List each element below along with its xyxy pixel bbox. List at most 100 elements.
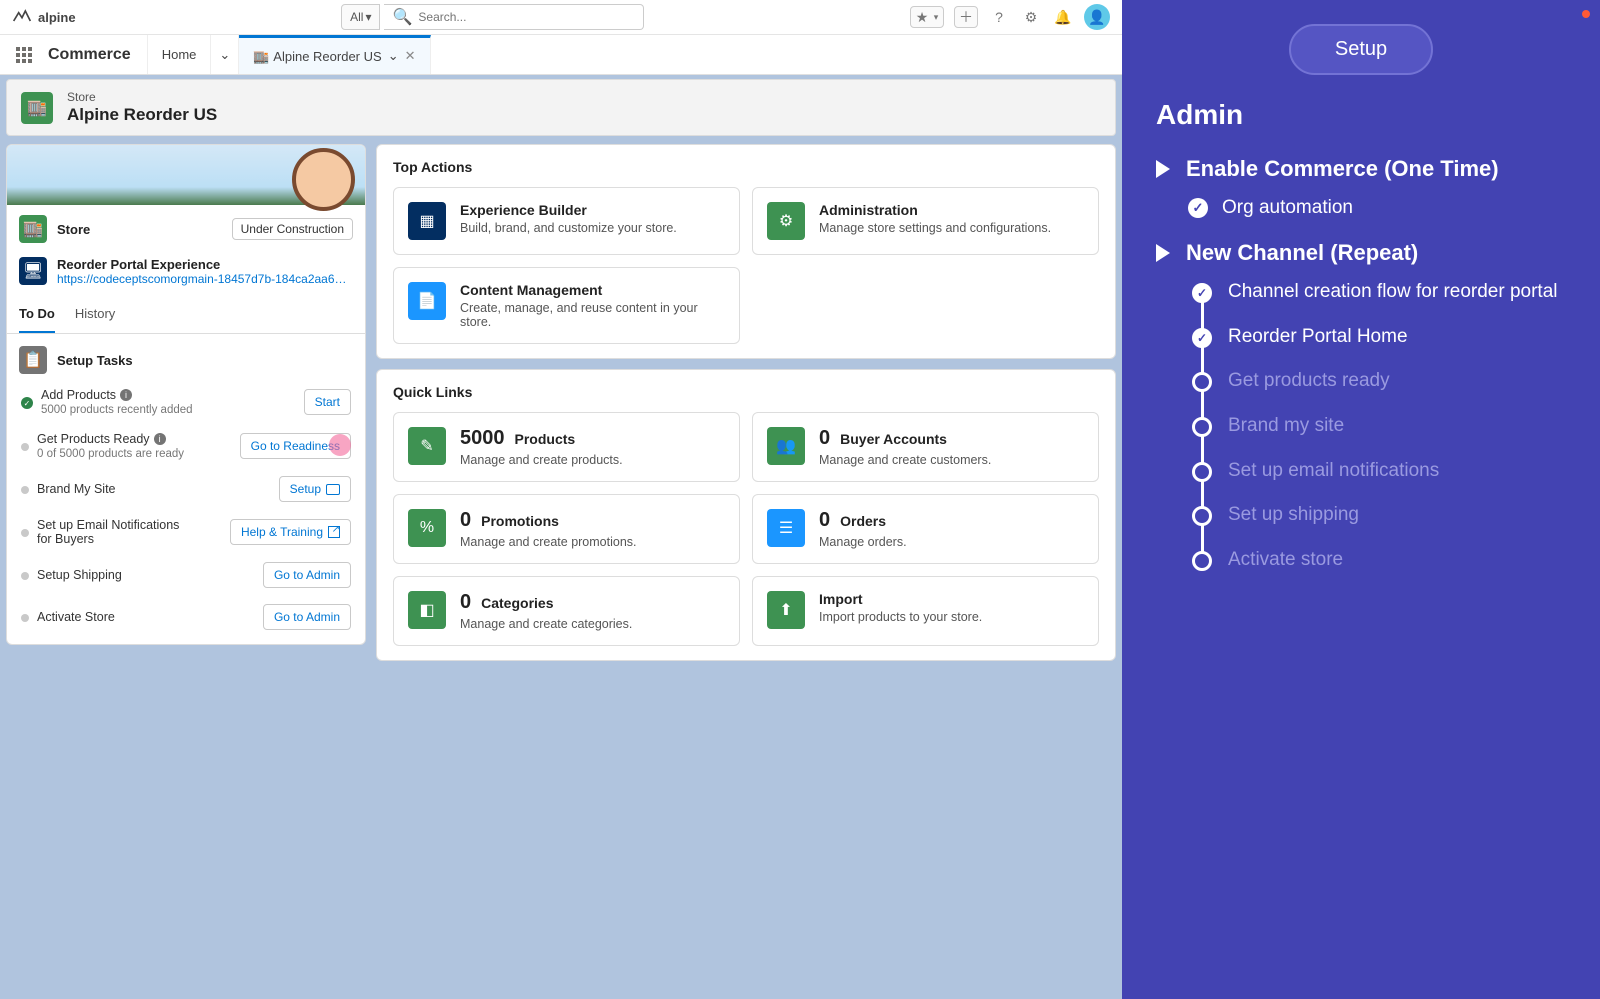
status-dot — [21, 443, 29, 451]
step-node — [1192, 372, 1212, 392]
tasks-icon: 📋 — [19, 346, 47, 374]
status-dot — [21, 486, 29, 494]
step-shipping[interactable]: Set up shipping — [1192, 503, 1566, 528]
quicklink-orders[interactable]: ☰ 0OrdersManage orders. — [752, 494, 1099, 564]
promotions-icon: % — [408, 509, 446, 547]
hero-illustration — [7, 145, 365, 205]
quicklink-categories[interactable]: ◧ 0CategoriesManage and create categorie… — [393, 576, 740, 646]
task-start-button[interactable]: Start — [304, 389, 351, 415]
store-icon: 🏬 — [19, 215, 47, 243]
task-activate-store: Activate Store Go to Admin — [7, 596, 365, 644]
portal-url-link[interactable]: https://codeceptscomorgmain-18457d7b-184… — [57, 272, 347, 286]
info-icon[interactable]: i — [120, 389, 132, 401]
quicklink-import[interactable]: ⬆ ImportImport products to your store. — [752, 576, 1099, 646]
cursor-highlight — [329, 434, 351, 456]
task-email-notifications: Set up Email Notifications for Buyers He… — [7, 510, 365, 554]
search-box[interactable]: 🔍 — [384, 4, 644, 30]
notifications-icon[interactable]: 🔔 — [1052, 6, 1074, 28]
search-scope-dropdown[interactable]: All▾ — [341, 4, 380, 30]
top-actions-panel: Top Actions ▦ Experience BuilderBuild, b… — [376, 144, 1116, 359]
tab-history[interactable]: History — [75, 296, 115, 333]
sidebar-section-enable-commerce[interactable]: Enable Commerce (One Time) — [1156, 155, 1566, 183]
card-content-management[interactable]: 📄 Content ManagementCreate, manage, and … — [393, 267, 740, 344]
help-icon[interactable]: ? — [988, 6, 1010, 28]
setup-gear-icon[interactable]: ⚙ — [1020, 6, 1042, 28]
search-icon: 🔍 — [392, 7, 412, 27]
brand-logo: alpine — [12, 9, 76, 26]
step-get-products-ready[interactable]: Get products ready — [1192, 369, 1566, 394]
step-activate-store[interactable]: Activate store — [1192, 548, 1566, 573]
task-help-button[interactable]: Help & Training — [230, 519, 351, 545]
accounts-icon: 👥 — [767, 427, 805, 465]
close-tab-icon[interactable]: ✕ — [405, 48, 416, 64]
caret-down-icon: ▾ — [365, 10, 371, 24]
products-icon: ✎ — [408, 427, 446, 465]
task-admin-button[interactable]: Go to Admin — [263, 604, 351, 630]
status-dot — [21, 529, 29, 537]
task-brand-site: Brand My Site Setup — [7, 468, 365, 510]
task-admin-button[interactable]: Go to Admin — [263, 562, 351, 588]
quicklink-promotions[interactable]: % 0PromotionsManage and create promotion… — [393, 494, 740, 564]
nav-tab-active[interactable]: 🏬 Alpine Reorder US ⌄ ✕ — [239, 35, 430, 74]
recording-indicator — [1582, 10, 1590, 18]
chevron-down-icon: ⌄ — [219, 47, 230, 63]
sidebar-section-new-channel[interactable]: New Channel (Repeat) — [1156, 239, 1566, 267]
store-label: Store — [57, 222, 90, 237]
tab-todo[interactable]: To Do — [19, 296, 55, 333]
task-get-products-ready: Get Products Readyi 0 of 5000 products a… — [7, 424, 365, 468]
nav-tab-home[interactable]: Home — [147, 35, 212, 74]
step-node — [1192, 417, 1212, 437]
page-header-title: Alpine Reorder US — [67, 105, 217, 125]
info-icon[interactable]: i — [154, 433, 166, 445]
add-button[interactable]: ＋ — [954, 6, 978, 28]
content-icon: 📄 — [408, 282, 446, 320]
portal-title: Reorder Portal Experience — [57, 257, 347, 272]
step-node-done — [1192, 328, 1212, 348]
task-add-products: Add Productsi 5000 products recently add… — [7, 380, 365, 424]
chevron-down-icon[interactable]: ⌄ — [388, 48, 399, 64]
task-setup-button[interactable]: Setup — [279, 476, 351, 502]
check-circle-icon: ✓ — [1188, 198, 1208, 218]
import-icon: ⬆ — [767, 591, 805, 629]
user-avatar[interactable]: 👤 — [1084, 4, 1110, 30]
step-channel-creation[interactable]: Channel creation flow for reorder portal — [1192, 280, 1566, 305]
store-icon: 🏬 — [253, 49, 267, 63]
tasks-header: Setup Tasks — [57, 353, 133, 368]
sidebar-subitem-org-automation[interactable]: ✓ Org automation — [1188, 197, 1566, 219]
builder-icon: ▦ — [408, 202, 446, 240]
quick-links-header: Quick Links — [393, 384, 1099, 400]
orders-icon: ☰ — [767, 509, 805, 547]
search-input[interactable] — [418, 10, 635, 24]
categories-icon: ◧ — [408, 591, 446, 629]
triangle-right-icon — [1156, 244, 1170, 262]
card-administration[interactable]: ⚙ AdministrationManage store settings an… — [752, 187, 1099, 255]
monitor-icon — [326, 484, 340, 495]
status-dot-done — [21, 397, 33, 409]
quicklink-buyer-accounts[interactable]: 👥 0Buyer AccountsManage and create custo… — [752, 412, 1099, 482]
navbar: Commerce Home ⌄ 🏬 Alpine Reorder US ⌄ ✕ — [0, 35, 1122, 75]
status-dot — [21, 572, 29, 580]
top-actions-header: Top Actions — [393, 159, 1099, 175]
topbar: alpine All▾ 🔍 ★▾ ＋ ? ⚙ 🔔 👤 — [0, 0, 1122, 35]
step-node-done — [1192, 283, 1212, 303]
step-email-notifications[interactable]: Set up email notifications — [1192, 459, 1566, 484]
step-brand-site[interactable]: Brand my site — [1192, 414, 1566, 439]
setup-button[interactable]: Setup — [1289, 24, 1433, 75]
card-experience-builder[interactable]: ▦ Experience BuilderBuild, brand, and cu… — [393, 187, 740, 255]
app-name: Commerce — [48, 46, 131, 64]
external-link-icon — [328, 526, 340, 538]
brand-name: alpine — [38, 10, 76, 25]
step-node — [1192, 551, 1212, 571]
step-reorder-home[interactable]: Reorder Portal Home — [1192, 325, 1566, 350]
gear-icon: ⚙ — [767, 202, 805, 240]
page-header-label: Store — [67, 90, 217, 104]
nav-tab-dropdown[interactable]: ⌄ — [211, 35, 239, 74]
step-node — [1192, 506, 1212, 526]
status-badge: Under Construction — [232, 218, 353, 240]
app-launcher-icon[interactable] — [8, 39, 40, 71]
alpine-logo-icon — [12, 9, 32, 26]
status-dot — [21, 614, 29, 622]
quicklink-products[interactable]: ✎ 5000ProductsManage and create products… — [393, 412, 740, 482]
setup-panel: 🏬 Store Under Construction 🖥 Reorder Por… — [6, 144, 366, 645]
favorites-button[interactable]: ★▾ — [910, 6, 944, 28]
